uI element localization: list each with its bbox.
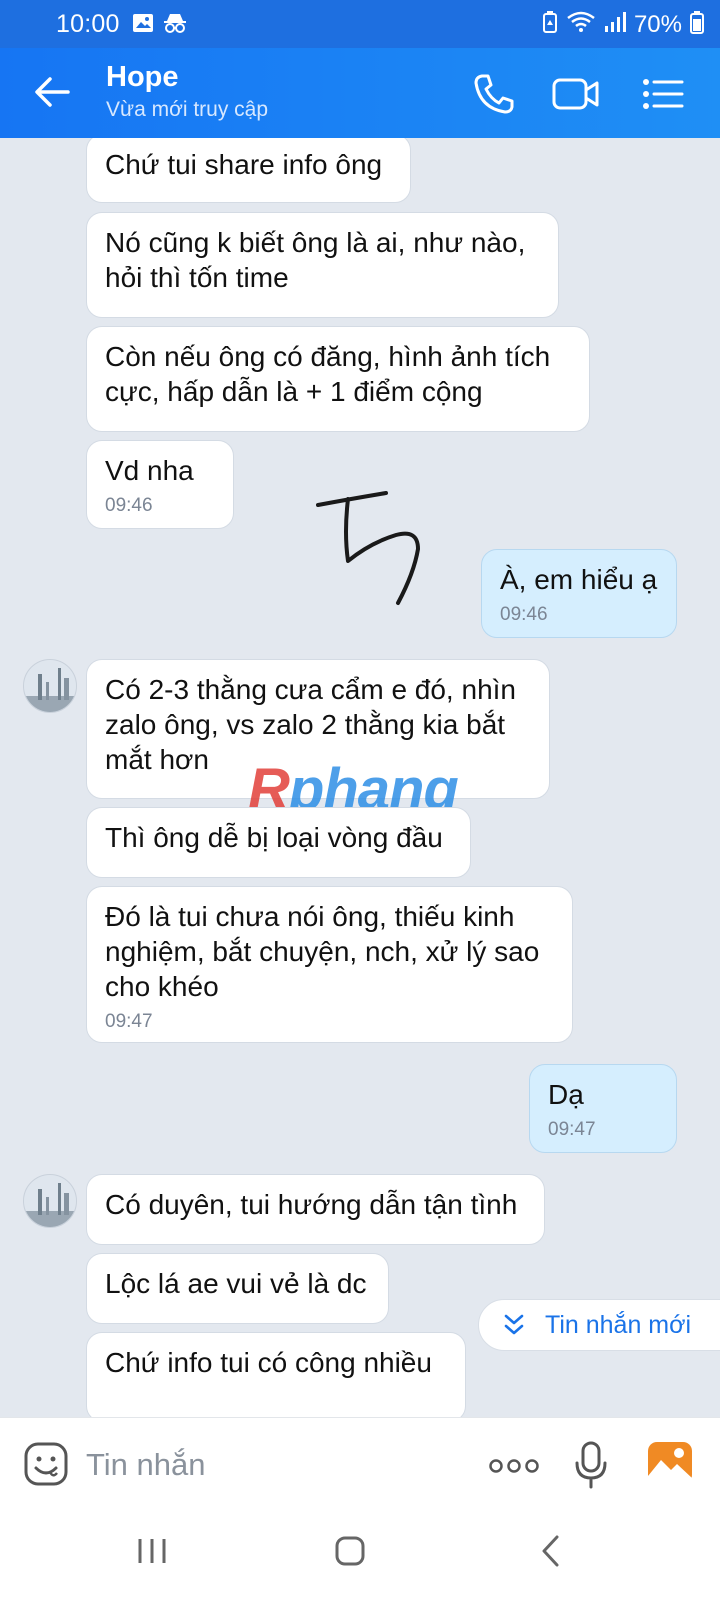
list-menu-icon (643, 79, 684, 109)
home-button[interactable] (332, 1533, 368, 1574)
message-timestamp: 09:46 (105, 495, 153, 516)
signal-icon (604, 11, 626, 38)
wifi-icon (566, 10, 596, 39)
message-input[interactable] (86, 1444, 446, 1486)
system-navigation-bar (0, 1513, 720, 1600)
avatar[interactable] (23, 659, 77, 713)
recent-apps-icon (138, 1539, 166, 1563)
incognito-icon (162, 12, 188, 39)
video-call-button[interactable] (550, 70, 602, 118)
status-bar: 10:00 70% (0, 0, 720, 48)
message-bubble-incoming[interactable]: Vd nha 09:46 (86, 440, 234, 529)
more-options-button[interactable] (488, 1456, 540, 1481)
message-bubble-incoming[interactable]: Chứ tui share info ông (86, 138, 411, 203)
recent-apps-button[interactable] (134, 1533, 170, 1574)
microphone-icon (575, 1441, 607, 1489)
new-messages-button[interactable]: Tin nhắn mới (478, 1299, 720, 1351)
gallery-icon (132, 12, 154, 39)
voice-message-button[interactable] (574, 1440, 608, 1495)
message-bubble-incoming[interactable]: Đó là tui chưa nói ông, thiếu kinh nghiệ… (86, 886, 573, 1043)
message-bubble-outgoing[interactable]: À, em hiểu ạ 09:46 (481, 549, 677, 638)
chat-header: Hope Vừa mới truy cập (0, 48, 720, 138)
voice-call-button[interactable] (470, 70, 518, 118)
status-time: 10:00 (56, 10, 120, 38)
send-image-button[interactable] (646, 1440, 694, 1491)
back-arrow-icon (35, 77, 70, 107)
new-messages-label: Tin nhắn mới (545, 1310, 692, 1339)
message-bubble-incoming[interactable]: Có duyên, tui hướng dẫn tận tình (86, 1174, 545, 1245)
more-dots-icon (489, 1459, 539, 1473)
message-list[interactable]: Chứ tui share info ông Nó cũng k biết ôn… (0, 138, 720, 1417)
system-back-button[interactable] (534, 1533, 570, 1574)
emoji-icon (24, 1442, 68, 1486)
handwritten-annotation (316, 491, 420, 605)
message-timestamp: 09:47 (105, 1011, 153, 1032)
message-bubble-incoming[interactable]: Thì ông dễ bị loại vòng đầu (86, 807, 471, 878)
battery-icon (690, 10, 704, 39)
double-chevron-down-icon (504, 1314, 524, 1335)
contact-status: Vừa mới truy cập (106, 98, 269, 121)
video-call-icon (552, 78, 599, 110)
message-bubble-incoming[interactable]: Chứ info tui có công nhiều (86, 1332, 466, 1417)
home-icon (335, 1536, 365, 1566)
emoji-button[interactable] (22, 1440, 70, 1493)
back-button[interactable] (30, 70, 74, 114)
message-bubble-outgoing[interactable]: Dạ 09:47 (529, 1064, 677, 1153)
message-timestamp: 09:46 (500, 604, 548, 625)
contact-name[interactable]: Hope (106, 61, 179, 94)
message-composer (0, 1417, 720, 1513)
message-bubble-incoming[interactable]: Nó cũng k biết ông là ai, như nào, hỏi t… (86, 212, 559, 318)
back-icon (542, 1535, 559, 1567)
chat-options-button[interactable] (640, 70, 686, 118)
message-bubble-incoming[interactable]: Còn nếu ông có đăng, hình ảnh tích cực, … (86, 326, 590, 432)
message-bubble-incoming[interactable]: Lộc lá ae vui vẻ là dc (86, 1253, 389, 1324)
battery-percentage: 70% (633, 10, 682, 38)
message-timestamp: 09:47 (548, 1119, 596, 1140)
battery-saver-icon (542, 10, 558, 39)
avatar[interactable] (23, 1174, 77, 1228)
phone-icon (474, 74, 514, 114)
image-icon (648, 1442, 692, 1484)
